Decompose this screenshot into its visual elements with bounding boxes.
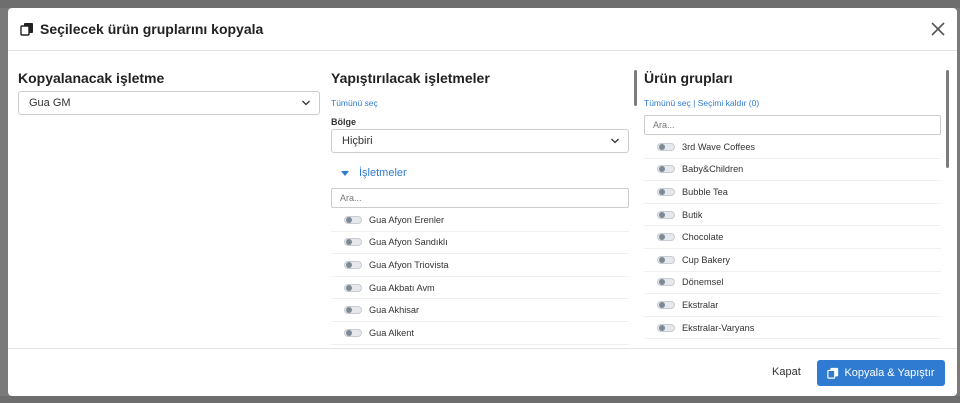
businesses-group-title: İşletmeler: [359, 167, 407, 179]
list-item-label: Cup Bakery: [682, 254, 731, 265]
close-button[interactable]: Kapat: [772, 366, 801, 378]
groups-clear-selection-link[interactable]: Seçimi kaldır (0): [698, 98, 759, 108]
product-groups-list: 3rd Wave Coffees Baby&Children Bubble Tea B…: [644, 136, 941, 340]
toggle-switch[interactable]: [657, 278, 675, 287]
list-item-label: Bubble Tea: [682, 186, 728, 197]
product-groups-scrollbar[interactable]: [946, 70, 949, 168]
region-label: Bölge: [331, 117, 357, 127]
list-item-label: 3rd Wave Coffees: [682, 141, 756, 152]
background-page-bottom: [0, 396, 960, 403]
list-item[interactable]: Baby&Children: [644, 158, 941, 182]
toggle-switch[interactable]: [344, 283, 362, 292]
toggle-switch[interactable]: [344, 328, 362, 337]
list-item[interactable]: Chocolate: [644, 226, 941, 249]
region-select-value: Hiçbiri: [342, 135, 373, 147]
toggle-switch[interactable]: [657, 142, 675, 151]
groups-select-all-link[interactable]: Tümünü seç: [644, 98, 691, 108]
toggle-switch[interactable]: [657, 210, 675, 219]
list-item[interactable]: Dönemsel: [644, 271, 941, 295]
toggle-switch[interactable]: [657, 233, 675, 242]
list-item-label: Baby&Children: [682, 164, 744, 175]
businesses-group-header[interactable]: İşletmeler: [331, 161, 629, 185]
list-item[interactable]: Butik: [644, 203, 941, 227]
targets-label: Yapıştırılacak işletmeler: [331, 70, 490, 86]
businesses-list: Gua Afyon Erenler Gua Afyon Sandıklı Gua A…: [331, 209, 629, 345]
list-item[interactable]: Gua Akhisar: [331, 299, 629, 322]
source-label: Kopyalanacak işletme: [18, 70, 165, 86]
list-item-label: Gua Akbatı Avm: [369, 282, 435, 293]
toggle-switch[interactable]: [344, 306, 362, 315]
close-icon[interactable]: [929, 20, 947, 38]
list-item-label: Gua Afyon Triovista: [369, 259, 449, 270]
toggle-switch[interactable]: [344, 238, 362, 247]
copy-icon: [20, 22, 34, 36]
toggle-switch[interactable]: [657, 165, 675, 174]
list-item[interactable]: Ekstralar: [644, 294, 941, 317]
background-page: [0, 0, 960, 8]
list-item[interactable]: Ekstralar-Varyans: [644, 316, 941, 340]
region-select[interactable]: Hiçbiri: [331, 129, 629, 153]
toggle-switch[interactable]: [657, 255, 675, 264]
chevron-down-icon: [611, 138, 619, 144]
list-item-label: Gua Afyon Erenler: [369, 214, 445, 225]
toggle-switch[interactable]: [657, 323, 675, 332]
list-item-label: Dönemsel: [682, 277, 724, 288]
list-item[interactable]: Gua Alkent: [331, 321, 629, 345]
copy-icon: [827, 367, 839, 379]
targets-select-all-link[interactable]: Tümünü seç: [331, 98, 378, 108]
caret-down-icon: [341, 164, 349, 182]
groups-search-input[interactable]: [644, 115, 941, 135]
list-item-label: Gua Afyon Sandıklı: [369, 237, 448, 248]
toggle-switch[interactable]: [344, 215, 362, 224]
modal-header: Seçilecek ürün gruplarını kopyala: [8, 8, 957, 51]
toggle-switch[interactable]: [344, 260, 362, 269]
list-item-label: Chocolate: [682, 232, 724, 243]
list-item-label: Ekstralar: [682, 299, 719, 310]
source-select[interactable]: Gua GM: [18, 91, 320, 115]
toggle-switch[interactable]: [657, 187, 675, 196]
list-item-label: Gua Alkent: [369, 327, 414, 338]
list-item[interactable]: 3rd Wave Coffees: [644, 136, 941, 159]
chevron-down-icon: [302, 100, 310, 106]
toggle-switch[interactable]: [657, 300, 675, 309]
groups-actions-separator: |: [693, 98, 696, 108]
groups-label: Ürün grupları: [644, 70, 733, 86]
modal-title: Seçilecek ürün gruplarını kopyala: [40, 21, 264, 37]
copy-paste-button[interactable]: Kopyala & Yapıştır: [817, 360, 945, 386]
source-select-value: Gua GM: [29, 97, 71, 109]
businesses-scrollbar[interactable]: [634, 70, 637, 106]
list-item-label: Ekstralar-Varyans: [682, 322, 755, 333]
list-item-label: Gua Akhisar: [369, 305, 420, 316]
modal-body: Kopyalanacak işletme Gua GM Yapıştırılac…: [8, 52, 957, 348]
groups-actions: Tümünü seç | Seçimi kaldır (0): [644, 98, 759, 108]
copy-paste-button-label: Kopyala & Yapıştır: [844, 367, 935, 379]
list-item[interactable]: Bubble Tea: [644, 181, 941, 204]
copy-product-groups-modal: Seçilecek ürün gruplarını kopyala Kopyal…: [8, 8, 957, 396]
list-item-label: Butik: [682, 209, 703, 220]
businesses-search-input[interactable]: [331, 188, 629, 208]
list-item[interactable]: Gua Afyon Erenler: [331, 209, 629, 232]
list-item[interactable]: Cup Bakery: [644, 248, 941, 272]
list-item[interactable]: Gua Afyon Sandıklı: [331, 231, 629, 255]
modal-footer: Kapat Kopyala & Yapıştır: [8, 348, 957, 396]
list-item[interactable]: Gua Afyon Triovista: [331, 254, 629, 277]
list-item[interactable]: Gua Akbatı Avm: [331, 276, 629, 300]
